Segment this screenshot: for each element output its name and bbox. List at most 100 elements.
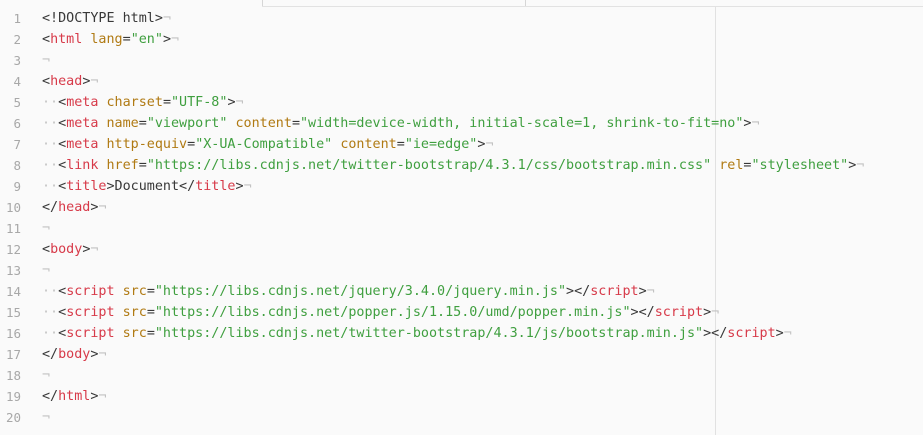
attribute-value: "ie=edge" — [404, 137, 478, 152]
line-number: 9 — [13, 179, 21, 194]
code-text: = — [138, 158, 147, 173]
code-line[interactable]: 18 ¬ — [0, 365, 923, 386]
tag-name: html — [58, 389, 91, 404]
code-text: < — [58, 179, 67, 194]
line-number: 6 — [13, 116, 21, 131]
eol-marker: ¬ — [42, 53, 51, 68]
attribute-name: lang — [90, 32, 123, 47]
code-line[interactable]: 3 ¬ — [0, 50, 923, 71]
code-text: = — [291, 116, 300, 131]
eol-marker: ¬ — [42, 263, 51, 278]
code-line[interactable]: 5 ··<meta charset="UTF-8">¬ — [0, 92, 923, 113]
code-text: < — [58, 284, 67, 299]
eol-marker: ¬ — [646, 284, 655, 299]
code-text: </ — [42, 389, 59, 404]
eol-marker: ¬ — [90, 242, 99, 257]
attribute-value: "X-UA-Compatible" — [195, 137, 333, 152]
line-number: 16 — [5, 326, 21, 341]
code-text: ></ — [630, 305, 655, 320]
eol-marker: ¬ — [485, 137, 494, 152]
tag-name: meta — [66, 95, 99, 110]
code-line[interactable]: 19 </html>¬ — [0, 386, 923, 407]
tag-name: meta — [66, 137, 99, 152]
tag-name: meta — [66, 116, 99, 131]
eol-marker: ¬ — [171, 32, 180, 47]
attribute-name: name — [106, 116, 139, 131]
whitespace-marker: ·· — [42, 137, 59, 152]
tag-name: head — [50, 74, 83, 89]
eol-marker: ¬ — [783, 326, 792, 341]
line-number: 4 — [13, 74, 21, 89]
line-content: ··<meta http-equiv="X-UA-Compatible" con… — [42, 134, 494, 155]
line-content: ··<meta name="viewport" content="width=d… — [42, 113, 760, 134]
code-text: > — [638, 284, 647, 299]
code-line[interactable]: 16 ··<script src="https://libs.cdnjs.net/… — [0, 323, 923, 344]
eol-marker: ¬ — [42, 368, 51, 383]
attribute-name: src — [122, 326, 147, 341]
line-content: ··<script src="https://libs.cdnjs.net/po… — [42, 302, 719, 323]
code-text: < — [58, 158, 67, 173]
line-content: <!DOCTYPE html>¬ — [42, 8, 171, 29]
whitespace-marker: ·· — [42, 326, 59, 341]
code-line[interactable]: 13 ¬ — [0, 260, 923, 281]
code-text: > — [703, 305, 712, 320]
attribute-name: rel — [719, 158, 744, 173]
code-line[interactable]: 1 <!DOCTYPE html>¬ — [0, 8, 923, 29]
attribute-name: src — [122, 305, 147, 320]
code-text: ></ — [703, 326, 728, 341]
code-text: = — [122, 32, 131, 47]
attribute-name: content — [235, 116, 292, 131]
code-line[interactable]: 12 <body>¬ — [0, 239, 923, 260]
tab-bar-border — [262, 6, 923, 7]
code-line[interactable]: 7 ··<meta http-equiv="X-UA-Compatible" co… — [0, 134, 923, 155]
code-text: < — [58, 326, 67, 341]
tag-name: body — [58, 347, 91, 362]
code-line[interactable]: 15 ··<script src="https://libs.cdnjs.net/… — [0, 302, 923, 323]
eol-marker: ¬ — [162, 11, 171, 26]
tag-name: head — [58, 200, 91, 215]
code-text: <!DOCTYPE html> — [42, 11, 163, 26]
code-line[interactable]: 20 ¬ — [0, 407, 923, 428]
eol-marker: ¬ — [98, 389, 107, 404]
line-number: 8 — [13, 158, 21, 173]
eol-marker: ¬ — [98, 347, 107, 362]
line-number: 1 — [13, 11, 21, 26]
code-line[interactable]: 11 ¬ — [0, 218, 923, 239]
tag-name: title — [195, 179, 236, 194]
attribute-value: "https://libs.cdnjs.net/twitter-bootstra… — [146, 158, 712, 173]
eol-marker: ¬ — [90, 74, 99, 89]
code-line[interactable]: 4 <head>¬ — [0, 71, 923, 92]
code-text: < — [42, 32, 51, 47]
attribute-name: charset — [106, 95, 163, 110]
code-text: < — [58, 137, 67, 152]
code-text: < — [58, 305, 67, 320]
code-editor[interactable]: 1 <!DOCTYPE html>¬ 2 <html lang="en">¬ 3 ¬ 4 <h… — [0, 8, 923, 428]
code-line[interactable]: 6 ··<meta name="viewport" content="width=… — [0, 113, 923, 134]
eol-marker: ¬ — [856, 158, 865, 173]
line-number: 5 — [13, 95, 21, 110]
whitespace-marker: ·· — [42, 305, 59, 320]
line-number: 10 — [5, 200, 21, 215]
line-number: 20 — [5, 410, 21, 425]
code-text: ></ — [566, 284, 591, 299]
code-line[interactable]: 2 <html lang="en">¬ — [0, 29, 923, 50]
code-text: > — [162, 32, 171, 47]
line-content: ··<script src="https://libs.cdnjs.net/tw… — [42, 323, 792, 344]
tag-name: script — [66, 284, 115, 299]
tag-name: link — [66, 158, 99, 173]
line-number: 17 — [5, 347, 21, 362]
tag-name: html — [50, 32, 83, 47]
code-line[interactable]: 14 ··<script src="https://libs.cdnjs.net/… — [0, 281, 923, 302]
code-line[interactable]: 17 </body>¬ — [0, 344, 923, 365]
code-text: > — [227, 95, 236, 110]
code-line[interactable]: 8 ··<link href="https://libs.cdnjs.net/tw… — [0, 155, 923, 176]
code-line[interactable]: 9 ··<title>Document</title>¬ — [0, 176, 923, 197]
tag-name: body — [50, 242, 83, 257]
line-number: 18 — [5, 368, 21, 383]
attribute-value: "width=device-width, initial-scale=1, sh… — [300, 116, 744, 131]
code-line[interactable]: 10 </head>¬ — [0, 197, 923, 218]
